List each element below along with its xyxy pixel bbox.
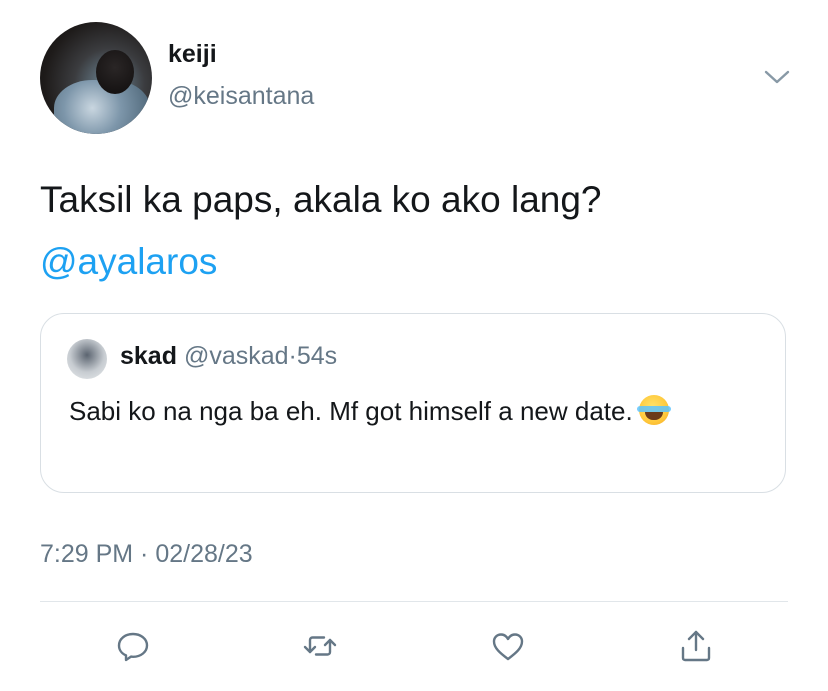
share-icon[interactable]: [678, 628, 714, 664]
quoted-tweet-header: skad @vaskad·54s: [120, 342, 337, 371]
author-name[interactable]: keiji: [168, 40, 217, 69]
retweet-icon[interactable]: [302, 628, 338, 664]
tweet-mention-link[interactable]: @ayalaros: [40, 236, 217, 288]
reply-icon[interactable]: [115, 628, 151, 664]
avatar-head: [96, 50, 134, 94]
quoted-author-handle: @vaskad: [183, 342, 289, 370]
quoted-author-avatar: [67, 339, 107, 379]
quoted-tweet-text-block: Sabi ko na nga ba eh. Mf got himself a n…: [69, 392, 749, 430]
author-avatar[interactable]: [40, 22, 152, 134]
laughing-tears-emoji-icon: [636, 395, 671, 425]
author-handle[interactable]: @keisantana: [168, 82, 314, 111]
quoted-tweet-card[interactable]: skad @vaskad·54s Sabi ko na nga ba eh. M…: [40, 313, 786, 493]
quoted-author-name: skad: [120, 342, 177, 370]
like-icon[interactable]: [490, 628, 526, 664]
divider: [40, 601, 788, 602]
quoted-time: 54s: [296, 342, 338, 370]
chevron-down-icon[interactable]: [764, 68, 790, 86]
tweet-timestamp[interactable]: 7:29 PM · 02/28/23: [40, 540, 253, 569]
tweet-text: Taksil ka paps, akala ko ako lang?: [40, 179, 602, 220]
quoted-tweet-text: Sabi ko na nga ba eh. Mf got himself a n…: [69, 396, 633, 426]
quoted-separator: ·: [288, 342, 297, 370]
